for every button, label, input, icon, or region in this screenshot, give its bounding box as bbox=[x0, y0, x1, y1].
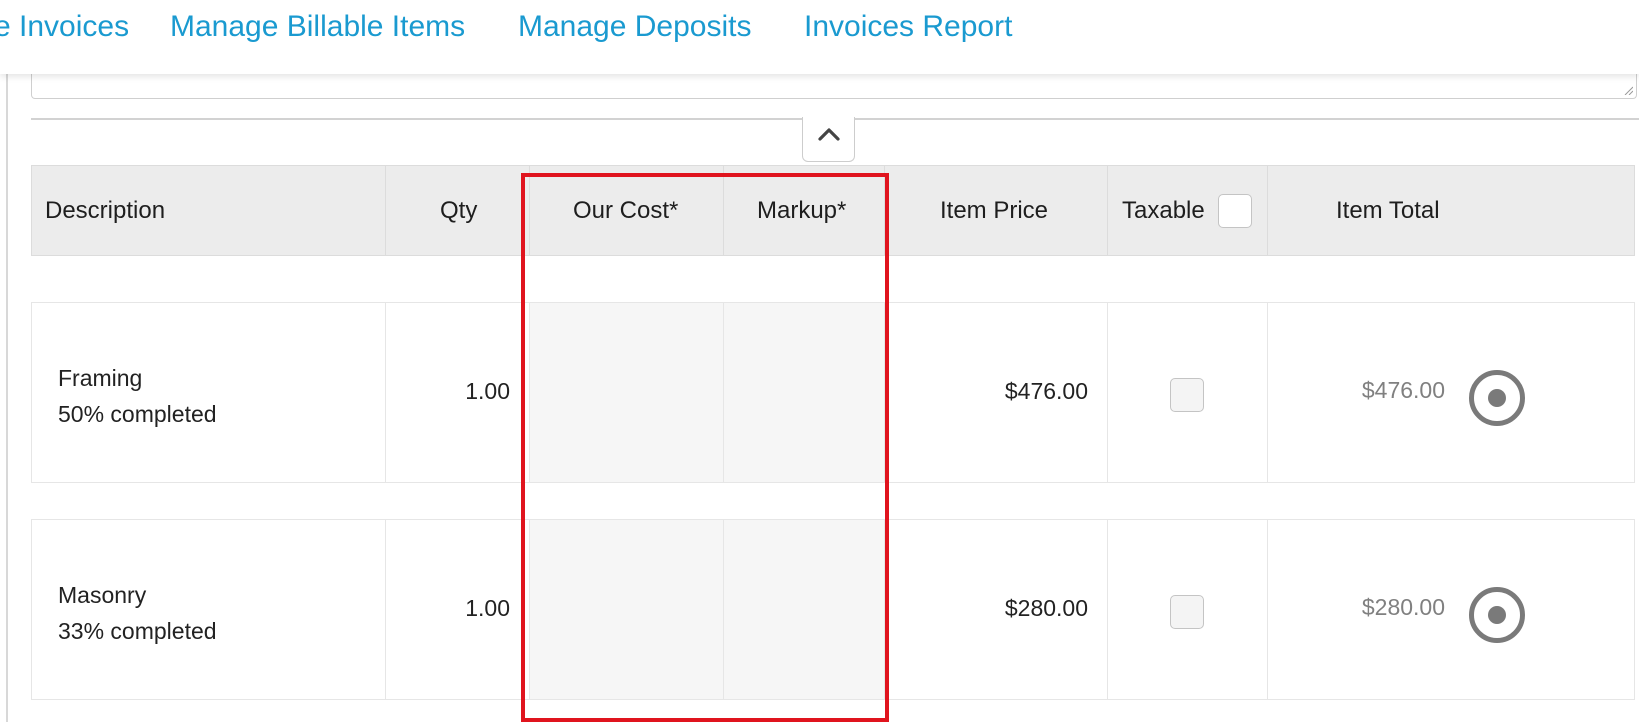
header-markup: Markup* bbox=[757, 196, 847, 224]
item-status: 50% completed bbox=[58, 401, 217, 427]
nav-manage-billable-items-link[interactable]: Manage Billable Items bbox=[170, 10, 465, 44]
our-cost-cell bbox=[529, 303, 885, 482]
nav-invoices-report-link[interactable]: Invoices Report bbox=[804, 10, 1012, 44]
nav-manage-deposits-link[interactable]: Manage Deposits bbox=[518, 10, 751, 44]
collapse-button[interactable] bbox=[802, 117, 855, 162]
item-total-value: $280.00 bbox=[1361, 594, 1445, 620]
our-cost-cell bbox=[529, 520, 885, 699]
item-name: Framing bbox=[58, 365, 143, 391]
resize-grip-icon[interactable] bbox=[1623, 85, 1633, 95]
table-row: Framing 50% completed 1.00 $476.00 $476.… bbox=[31, 302, 1635, 483]
row-description: Framing 50% completed bbox=[58, 360, 217, 432]
header-item-price: Item Price bbox=[940, 196, 1049, 224]
header-qty: Qty bbox=[440, 196, 478, 224]
item-name: Masonry bbox=[58, 582, 147, 608]
left-gutter-border bbox=[6, 74, 8, 722]
header-item-total: Item Total bbox=[1336, 196, 1440, 224]
taxable-select-all-checkbox[interactable] bbox=[1218, 194, 1252, 228]
qty-value[interactable]: 1.00 bbox=[412, 595, 510, 622]
radio-target-icon[interactable] bbox=[1469, 587, 1525, 643]
table-header: Description Qty Our Cost* Markup* Item P… bbox=[31, 165, 1635, 256]
header-taxable: Taxable bbox=[1122, 196, 1205, 224]
chevron-up-icon bbox=[818, 128, 840, 141]
item-price-value: $280.00 bbox=[1004, 595, 1088, 621]
row-description: Masonry 33% completed bbox=[58, 577, 217, 649]
nav-invoices-link[interactable]: e Invoices bbox=[0, 10, 129, 44]
taxable-checkbox[interactable] bbox=[1170, 378, 1204, 412]
top-navigation: e Invoices Manage Billable Items Manage … bbox=[0, 0, 1639, 74]
header-our-cost: Our Cost* bbox=[573, 196, 679, 224]
qty-value[interactable]: 1.00 bbox=[412, 378, 510, 405]
item-price-value: $476.00 bbox=[1004, 378, 1088, 404]
taxable-checkbox[interactable] bbox=[1170, 595, 1204, 629]
item-status: 33% completed bbox=[58, 618, 217, 644]
radio-target-icon[interactable] bbox=[1469, 370, 1525, 426]
table-row: Masonry 33% completed 1.00 $280.00 $280.… bbox=[31, 519, 1635, 700]
item-total-value: $476.00 bbox=[1361, 377, 1445, 403]
header-description: Description bbox=[45, 196, 166, 224]
